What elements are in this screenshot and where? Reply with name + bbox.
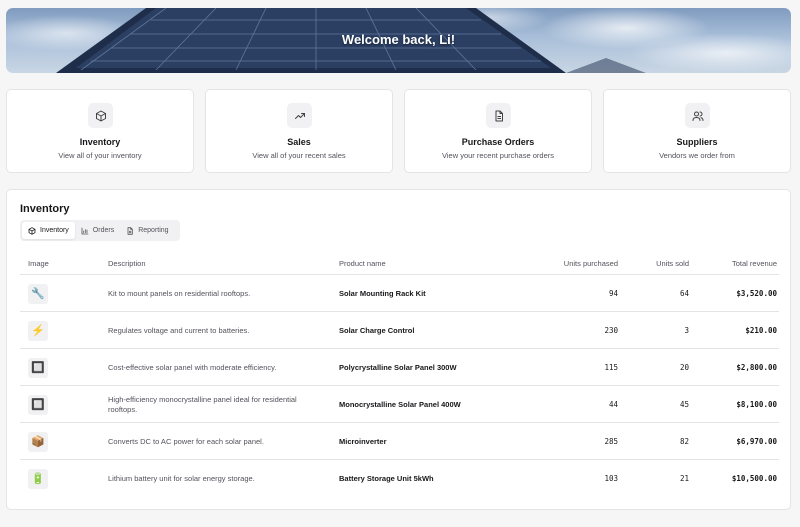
product-description: Regulates voltage and current to batteri…: [108, 325, 250, 335]
units-sold: 45: [679, 400, 689, 409]
product-image: 🔲: [28, 357, 48, 378]
tab-label: Inventory: [40, 227, 69, 234]
tab-inventory[interactable]: Inventory: [22, 222, 75, 239]
panel-icon: 🔲: [31, 362, 45, 374]
inventory-panel: Inventory Inventory Orders Reporting Ima…: [6, 189, 791, 510]
units-purchased: 115: [604, 363, 618, 372]
card-subtitle: View all of your recent sales: [252, 151, 346, 160]
column-header-description: Description: [108, 259, 146, 268]
product-name: Polycrystalline Solar Panel 300W: [339, 363, 457, 372]
table-row[interactable]: 🔧 Kit to mount panels on residential roo…: [20, 275, 779, 312]
document-icon: [127, 226, 133, 235]
column-header-total-revenue: Total revenue: [731, 259, 777, 268]
tab-list: Inventory Orders Reporting: [20, 220, 180, 241]
tab-reporting[interactable]: Reporting: [120, 222, 174, 239]
package-icon: 📦: [31, 436, 45, 448]
product-name: Microinverter: [339, 437, 387, 446]
total-revenue: $2,800.00: [736, 363, 777, 372]
units-sold: 82: [679, 437, 689, 446]
tab-label: Orders: [92, 227, 115, 234]
product-image: ⚡: [28, 320, 48, 341]
units-purchased: 230: [604, 326, 618, 335]
product-name: Monocrystalline Solar Panel 400W: [339, 400, 461, 409]
document-icon: [486, 103, 511, 128]
product-description: Converts DC to AC power for each solar p…: [108, 436, 264, 446]
units-purchased: 103: [604, 474, 618, 483]
panel-title: Inventory: [20, 203, 70, 215]
card-suppliers[interactable]: Suppliers Vendors we order from: [603, 89, 791, 173]
table-header: Image Description Product name Units pur…: [20, 251, 779, 275]
product-description: Lithium battery unit for solar energy st…: [108, 473, 255, 483]
product-image: 📦: [28, 431, 48, 452]
wrench-icon: 🔧: [31, 288, 45, 300]
column-header-image: Image: [28, 259, 49, 268]
box-icon: [88, 103, 113, 128]
card-sales[interactable]: Sales View all of your recent sales: [205, 89, 393, 173]
units-purchased: 44: [608, 400, 618, 409]
lightning-icon: ⚡: [31, 325, 45, 337]
product-description: Kit to mount panels on residential rooft…: [108, 288, 251, 298]
welcome-banner: Welcome back, Li!: [6, 8, 791, 73]
bar-chart-icon: [81, 227, 89, 234]
total-revenue: $3,520.00: [736, 289, 777, 298]
table-row[interactable]: 🔲 High-efficiency monocrystalline panel …: [20, 386, 779, 423]
tab-orders[interactable]: Orders: [75, 222, 120, 239]
card-subtitle: View all of your inventory: [58, 151, 142, 160]
card-inventory[interactable]: Inventory View all of your inventory: [6, 89, 194, 173]
product-name: Battery Storage Unit 5kWh: [339, 474, 434, 483]
units-purchased: 285: [604, 437, 618, 446]
box-icon: [28, 226, 36, 235]
column-header-units-purchased: Units purchased: [563, 259, 618, 268]
battery-icon: 🔋: [31, 473, 45, 485]
units-sold: 3: [684, 326, 689, 335]
welcome-title: Welcome back, Li!: [341, 32, 456, 47]
total-revenue: $8,100.00: [736, 400, 777, 409]
units-sold: 21: [679, 474, 689, 483]
product-description: High-efficiency monocrystalline panel id…: [108, 394, 297, 414]
column-header-units-sold: Units sold: [656, 259, 689, 268]
product-name: Solar Charge Control: [339, 326, 415, 335]
table-row[interactable]: 📦 Converts DC to AC power for each solar…: [20, 423, 779, 460]
product-image: 🔋: [28, 468, 48, 489]
total-revenue: $10,500.00: [731, 474, 777, 483]
card-subtitle: View your recent purchase orders: [441, 151, 554, 160]
product-image: 🔧: [28, 283, 48, 304]
units-sold: 64: [679, 289, 689, 298]
users-icon: [685, 103, 710, 128]
trending-up-icon: [287, 103, 312, 128]
total-revenue: $6,970.00: [736, 437, 777, 446]
units-sold: 20: [679, 363, 689, 372]
product-description: Cost-effective solar panel with moderate…: [108, 362, 277, 372]
column-header-product-name: Product name: [339, 259, 386, 268]
product-image: 🔲: [28, 394, 48, 415]
card-title: Inventory: [79, 137, 121, 147]
card-title: Purchase Orders: [461, 137, 535, 147]
panel-icon: 🔲: [31, 399, 45, 411]
table-row[interactable]: 🔋 Lithium battery unit for solar energy …: [20, 460, 779, 497]
total-revenue: $210.00: [745, 326, 777, 335]
table-row[interactable]: ⚡ Regulates voltage and current to batte…: [20, 312, 779, 349]
card-subtitle: Vendors we order from: [659, 151, 735, 160]
card-title: Suppliers: [676, 137, 718, 147]
product-name: Solar Mounting Rack Kit: [339, 289, 426, 298]
card-purchase-orders[interactable]: Purchase Orders View your recent purchas…: [404, 89, 592, 173]
card-title: Sales: [287, 137, 311, 147]
units-purchased: 94: [608, 289, 618, 298]
tab-label: Reporting: [138, 227, 169, 234]
table-row[interactable]: 🔲 Cost-effective solar panel with modera…: [20, 349, 779, 386]
